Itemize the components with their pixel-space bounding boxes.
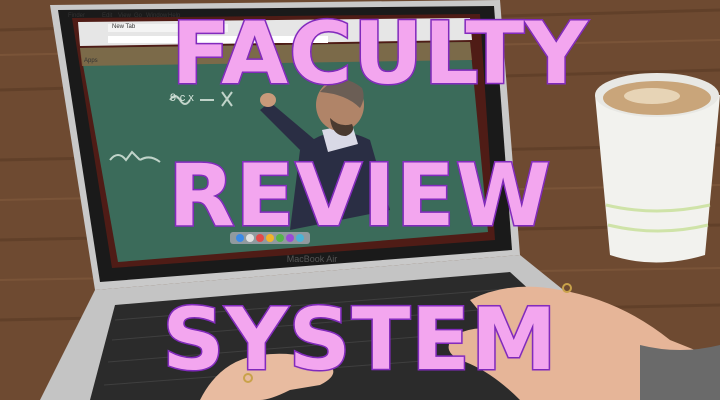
- title-line-1: FACULTY: [170, 4, 589, 104]
- laptop-brand-label: MacBook Air: [286, 254, 338, 264]
- title-line-2: REVIEW: [167, 146, 552, 246]
- photo-scene: Finder Edit View Go Window Help New Tab …: [0, 0, 720, 400]
- title-line-3: SYSTEM: [161, 290, 558, 390]
